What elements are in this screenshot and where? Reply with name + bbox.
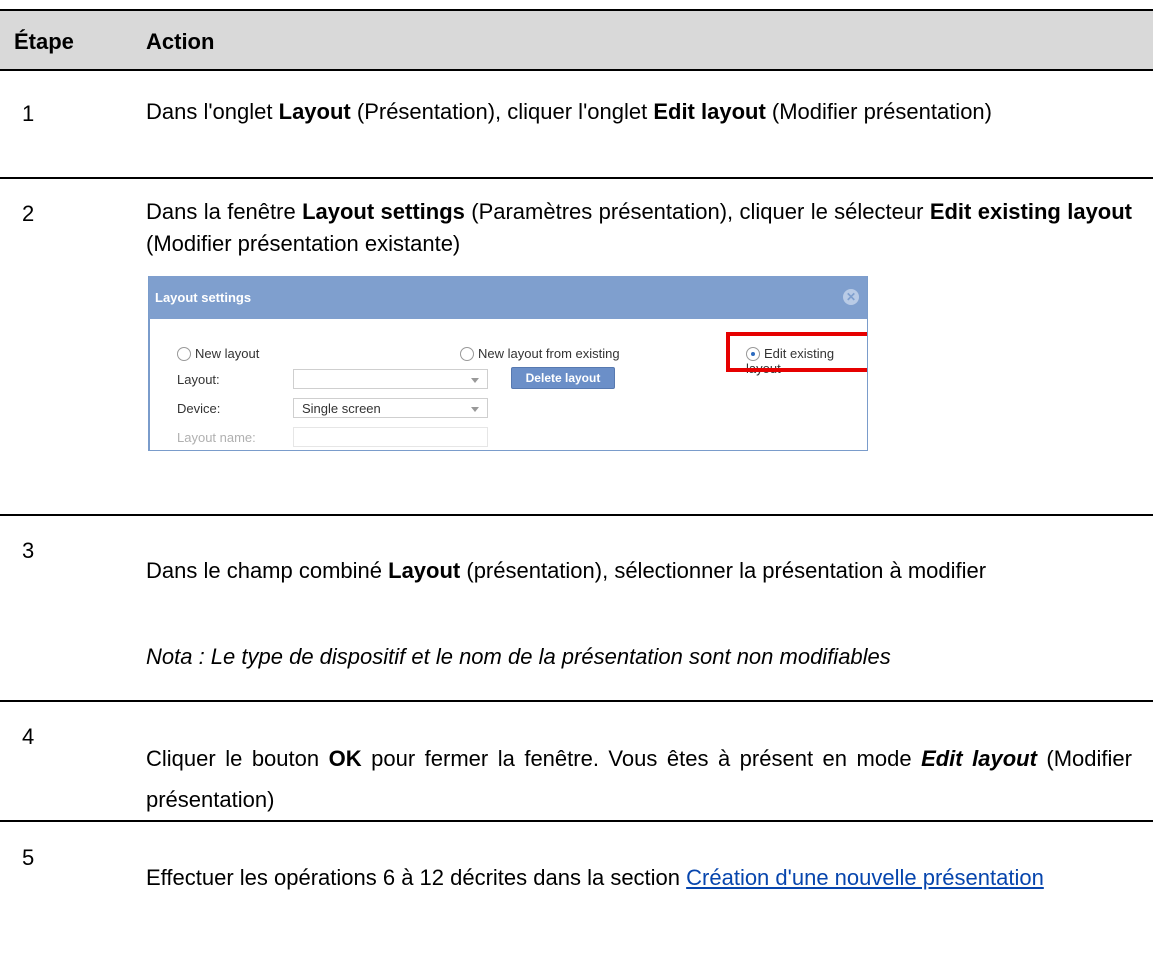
row-divider xyxy=(0,177,1153,179)
close-icon[interactable]: ✕ xyxy=(843,289,859,305)
dropdown-arrow-icon xyxy=(471,378,479,383)
table-header: Étape Action xyxy=(0,9,1153,71)
layout-label: Layout: xyxy=(177,372,220,387)
step-number: 1 xyxy=(22,101,35,126)
header-step: Étape xyxy=(14,29,74,54)
layout-name-label: Layout name: xyxy=(177,430,256,445)
step-number: 4 xyxy=(22,724,35,749)
layout-settings-dialog: Layout settings ✕ New layout New layout … xyxy=(148,276,868,451)
highlight-box xyxy=(726,332,867,372)
step-note: Nota : Le type de dispositif et le nom d… xyxy=(146,644,891,669)
dialog-title: Layout settings xyxy=(155,290,252,305)
delete-layout-button[interactable]: Delete layout xyxy=(511,367,615,389)
radio-circle-icon xyxy=(177,347,191,361)
step-number: 2 xyxy=(22,201,35,226)
dialog-title-bar: Layout settings ✕ xyxy=(149,276,867,319)
radio-new-from-existing[interactable]: New layout from existing xyxy=(460,346,620,361)
step-text: Effectuer les opérations 6 à 12 décrites… xyxy=(146,865,1044,890)
step-number: 5 xyxy=(22,845,35,870)
header-action: Action xyxy=(146,29,215,54)
step-text: Dans la fenêtre Layout settings (Paramèt… xyxy=(146,199,1133,256)
step-number: 3 xyxy=(22,538,35,563)
section-link[interactable]: Création d'une nouvelle présentation xyxy=(686,865,1044,890)
row-divider xyxy=(0,820,1153,822)
step-text: Dans l'onglet Layout (Présentation), cli… xyxy=(146,99,992,124)
layout-combobox[interactable] xyxy=(293,369,488,389)
device-label: Device: xyxy=(177,401,221,416)
dropdown-arrow-icon xyxy=(471,407,479,412)
step-text: Cliquer le bouton OK pour fermer la fenê… xyxy=(146,746,1132,812)
radio-circle-icon xyxy=(460,347,474,361)
dialog-body: New layout New layout from existing Edit… xyxy=(149,319,867,450)
step-text: Dans le champ combiné Layout (présentati… xyxy=(146,558,987,583)
radio-new-layout[interactable]: New layout xyxy=(177,346,259,361)
row-divider xyxy=(0,514,1153,516)
layout-name-field[interactable] xyxy=(293,427,488,447)
row-divider xyxy=(0,700,1153,702)
device-combobox[interactable]: Single screen xyxy=(293,398,488,418)
